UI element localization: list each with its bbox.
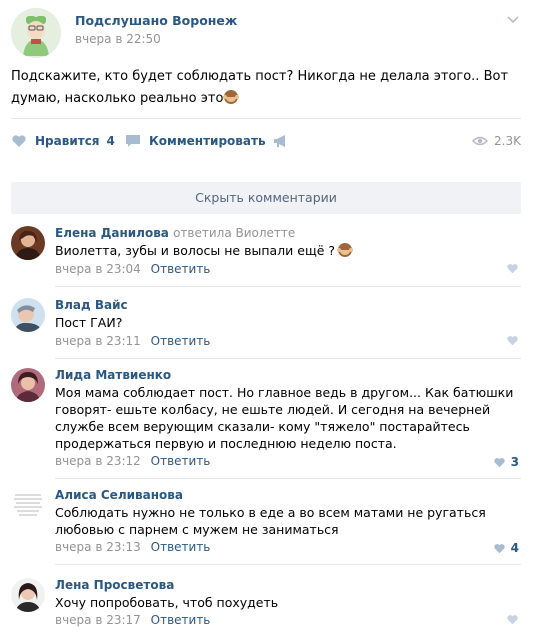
comment-text: Моя мама соблюдает пост. Но главное ведь… — [55, 385, 514, 451]
comment-text: Пост ГАИ? — [55, 315, 123, 330]
post-text-content: Подскажите, кто будет соблюдать пост? Ни… — [11, 69, 509, 106]
reply-button[interactable]: Ответить — [151, 454, 211, 468]
post-time[interactable]: вчера в 22:50 — [75, 32, 161, 46]
monkey-emoji-icon — [337, 242, 354, 258]
like-label: Нравится — [35, 134, 100, 148]
post-actions: Нравится 4 Комментировать 2.3K — [11, 126, 521, 160]
heart-icon — [507, 615, 518, 625]
avatar[interactable] — [11, 226, 45, 260]
comment-divider — [55, 478, 521, 479]
group-name[interactable]: Подслушано Воронеж — [75, 13, 237, 28]
comment-like-count: 3 — [510, 455, 519, 469]
post-header: Подслушано Воронеж вчера в 22:50 — [11, 8, 523, 58]
comment-divider — [55, 286, 521, 287]
share-button[interactable] — [273, 134, 297, 148]
comment-author: Лена Просветова — [55, 578, 174, 592]
avatar[interactable] — [11, 578, 45, 612]
comment-author: Елена Данилова ответила Виолетте — [55, 226, 295, 240]
heart-icon — [493, 543, 505, 553]
comment-time[interactable]: вчера в 23:04 — [55, 262, 141, 276]
comment-item: Влад Вайс Пост ГАИ? вчера в 23:11 Ответи… — [11, 292, 521, 359]
reply-button[interactable]: Ответить — [151, 262, 211, 276]
megaphone-icon — [274, 135, 285, 147]
comment-time[interactable]: вчера в 23:11 — [55, 334, 141, 348]
reply-to[interactable]: ответила Виолетте — [173, 226, 295, 240]
comment-like-button[interactable] — [506, 335, 519, 346]
heart-icon — [507, 336, 518, 346]
comment-divider — [55, 564, 521, 565]
comment-label: Комментировать — [149, 134, 266, 148]
comment-meta: вчера в 23:17 Ответить — [55, 613, 210, 627]
author-link[interactable]: Лида Матвиенко — [55, 368, 171, 382]
comment-divider — [55, 358, 521, 359]
comment-like-button[interactable] — [506, 263, 519, 274]
post-text: Подскажите, кто будет соблюдать пост? Ни… — [11, 66, 521, 110]
comment-time[interactable]: вчера в 23:12 — [55, 454, 141, 468]
reply-button[interactable]: Ответить — [151, 540, 211, 554]
comment-like-button[interactable] — [506, 614, 519, 625]
author-link[interactable]: Елена Данилова — [55, 226, 169, 240]
comment-meta: вчера в 23:12 Ответить — [55, 454, 210, 468]
chevron-down-icon[interactable] — [505, 12, 521, 28]
comment-text: Соблюдать нужно не только в еде а во все… — [55, 505, 486, 537]
comment-author: Алиса Селиванова — [55, 488, 183, 502]
comment-meta: вчера в 23:11 Ответить — [55, 334, 210, 348]
views-counter: 2.3K — [472, 134, 521, 148]
reply-button[interactable]: Ответить — [151, 334, 211, 348]
comment-button[interactable]: Комментировать — [125, 134, 266, 148]
comment-author: Лида Матвиенко — [55, 368, 171, 382]
author-link[interactable]: Влад Вайс — [55, 298, 128, 312]
heart-icon — [12, 135, 26, 147]
avatar[interactable] — [11, 298, 45, 332]
comment-item: Лида Матвиенко Моя мама соблюдает пост. … — [11, 362, 521, 479]
comment-meta: вчера в 23:13 Ответить — [55, 540, 210, 554]
comment-text: Хочу попробовать, чтоб похудеть — [55, 595, 279, 610]
hide-comments-button[interactable]: Скрыть комментарии — [11, 182, 521, 214]
comment-item: Лена Просветова Хочу попробовать, чтоб п… — [11, 572, 521, 632]
comment-like-button[interactable]: 3 — [493, 455, 519, 469]
comment-like-button[interactable]: 4 — [493, 541, 519, 555]
like-button[interactable]: Нравится 4 — [11, 134, 115, 148]
views-count: 2.3K — [494, 134, 521, 148]
author-link[interactable]: Алиса Селиванова — [55, 488, 183, 502]
monkey-emoji-icon — [223, 89, 240, 105]
comment-text: Виолетта, зубы и волосы не выпали ещё ? — [55, 242, 515, 259]
avatar[interactable] — [11, 488, 45, 522]
eye-icon — [472, 136, 489, 146]
reply-button[interactable]: Ответить — [151, 613, 211, 627]
comment-text-content: Виолетта, зубы и волосы не выпали ещё ? — [55, 243, 336, 258]
comment-meta: вчера в 23:04 Ответить — [55, 262, 210, 276]
comment-time[interactable]: вчера в 23:13 — [55, 540, 141, 554]
author-link[interactable]: Лена Просветова — [55, 578, 174, 592]
post-divider — [11, 118, 521, 119]
comment-author: Влад Вайс — [55, 298, 128, 312]
comment-item: Елена Данилова ответила Виолетте Виолетт… — [11, 220, 521, 287]
avatar[interactable] — [11, 368, 45, 402]
group-avatar[interactable] — [11, 8, 61, 58]
like-count: 4 — [106, 134, 115, 148]
heart-icon — [493, 457, 505, 467]
comment-item: Алиса Селиванова Соблюдать нужно не толь… — [11, 482, 521, 565]
comment-like-count: 4 — [510, 541, 519, 555]
comment-icon — [126, 135, 140, 147]
heart-icon — [507, 264, 518, 274]
comment-time[interactable]: вчера в 23:17 — [55, 613, 141, 627]
